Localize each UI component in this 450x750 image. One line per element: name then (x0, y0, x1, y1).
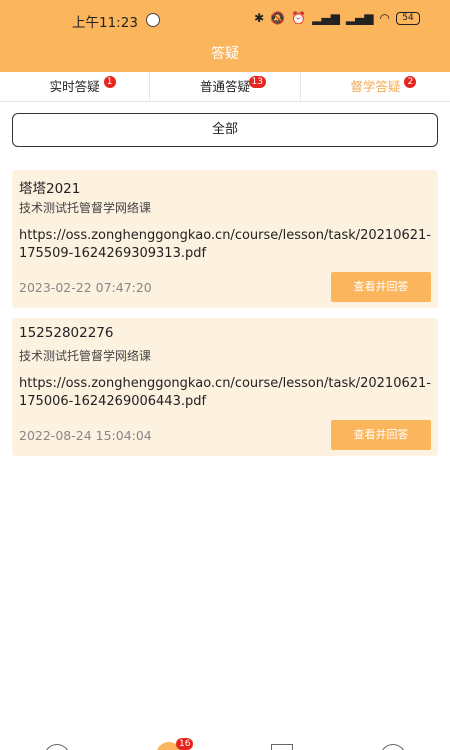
grid-nav-icon[interactable] (271, 744, 293, 750)
student-name: 15252802276 (19, 325, 114, 341)
signal-icon-2: ▂▄▆ (345, 11, 374, 25)
app-notification-icon (146, 13, 160, 27)
status-icons: ✱ 🔕 ⏰ ▂▄▆ ▂▄▆ ◠ 54 (254, 11, 420, 25)
tab-badge: 13 (248, 76, 266, 88)
question-date: 2022-08-24 15:04:04 (19, 428, 152, 443)
tab-realtime[interactable]: 实时答疑 1 (0, 72, 149, 101)
status-bar: 上午11:23 ✱ 🔕 ⏰ ▂▄▆ ▂▄▆ ◠ 54 (0, 8, 450, 34)
tab-label: 实时答疑 (49, 79, 100, 94)
attachment-link[interactable]: https://oss.zonghenggongkao.cn/course/le… (19, 227, 431, 263)
tab-normal[interactable]: 普通答疑 13 (149, 72, 299, 101)
nav-badge: 16 (176, 738, 194, 750)
signal-icon: ▂▄▆ (312, 11, 340, 25)
tab-bar: 实时答疑 1 普通答疑 13 督学答疑 2 (0, 72, 450, 102)
app-header: 上午11:23 ✱ 🔕 ⏰ ▂▄▆ ▂▄▆ ◠ 54 答疑 (0, 0, 450, 72)
view-answer-button[interactable]: 查看并回答 (331, 272, 431, 302)
course-name: 技术测试托管督学网络课 (19, 201, 152, 215)
page-title: 答疑 (211, 46, 239, 62)
tab-badge: 2 (404, 76, 417, 88)
profile-nav-icon[interactable] (380, 744, 406, 750)
filter-dropdown[interactable]: 全部 (12, 113, 438, 147)
question-card: 塔塔2021 技术测试托管督学网络课 https://oss.zonghengg… (12, 170, 438, 308)
wifi-icon: ◠ (379, 11, 390, 25)
tab-label: 督学答疑 (350, 79, 401, 94)
tab-label: 普通答疑 (199, 79, 250, 94)
mute-icon: 🔕 (270, 11, 286, 25)
bottom-nav: 16 (0, 736, 450, 750)
student-name: 塔塔2021 (19, 181, 81, 197)
alarm-icon: ⏰ (291, 11, 307, 25)
status-time: 上午11:23 (72, 15, 138, 31)
attachment-link[interactable]: https://oss.zonghenggongkao.cn/course/le… (19, 375, 431, 411)
view-answer-button[interactable]: 查看并回答 (331, 420, 431, 450)
bluetooth-icon: ✱ (254, 11, 265, 25)
course-name: 技术测试托管督学网络课 (19, 349, 152, 363)
tab-badge: 1 (103, 76, 116, 88)
home-nav-icon[interactable] (44, 744, 70, 750)
question-card: 15252802276 技术测试托管督学网络课 https://oss.zong… (12, 318, 438, 456)
question-date: 2023-02-22 07:47:20 (19, 280, 152, 295)
battery-icon: 54 (396, 11, 420, 25)
tab-supervisor[interactable]: 督学答疑 2 (299, 72, 450, 101)
